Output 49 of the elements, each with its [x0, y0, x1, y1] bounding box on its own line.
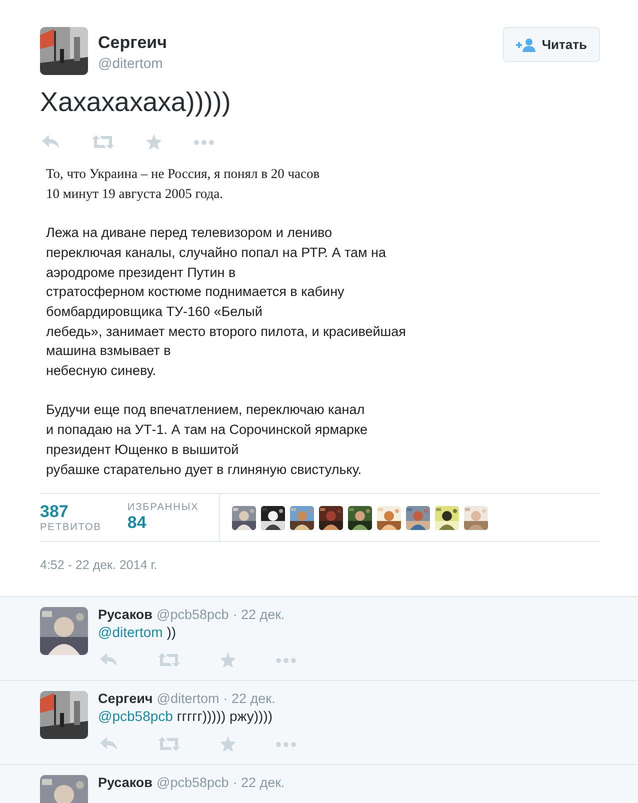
reply-icon[interactable]	[100, 653, 118, 668]
reply-date[interactable]: · 22 дек.	[232, 775, 285, 790]
attachment-text-line: президент Ющенко в вышитой	[46, 440, 240, 459]
reply-icon[interactable]	[100, 737, 118, 752]
retweet-icon[interactable]	[92, 135, 114, 149]
retweet-icon[interactable]	[158, 737, 180, 752]
star-icon[interactable]	[220, 652, 236, 668]
author-name[interactable]: Сергеич	[98, 33, 493, 53]
reply-author-name[interactable]: Сергеич	[98, 691, 153, 706]
reply-text: @ditertom ))	[98, 624, 178, 640]
retweet-icon[interactable]	[158, 653, 180, 668]
reply-author-name[interactable]: Русаков	[98, 607, 152, 622]
reply-handle[interactable]: @ditertom	[156, 691, 220, 706]
attachment-text-line: небесную синеву.	[46, 362, 158, 380]
attachment-text-line: То, что Украина – не Россия, я понял в 20 часов	[46, 165, 321, 183]
mention-link[interactable]: @pcb58pcb	[98, 708, 173, 724]
attachment-text-line: и попадаю на УТ-1. А там на Сорочинской ярмарке	[46, 421, 369, 440]
author-handle[interactable]: @ditertom	[98, 55, 493, 71]
reply-handle[interactable]: @pcb58pcb	[156, 775, 229, 790]
attachment-text-line: машина взмывает в	[46, 342, 172, 360]
attachment-text-line: стратосферном костюме поднимается в кабину	[46, 283, 346, 302]
reply-author-name[interactable]: Русаков	[98, 775, 152, 790]
star-icon[interactable]	[146, 134, 162, 150]
more-icon[interactable]	[194, 140, 214, 144]
more-icon[interactable]	[276, 658, 296, 663]
more-icon[interactable]	[276, 742, 296, 747]
retweet-count[interactable]: 387	[40, 502, 102, 522]
favorites-count[interactable]: 84	[127, 513, 199, 534]
follow-button[interactable]: Читать	[502, 27, 600, 62]
tweet-timestamp[interactable]: 4:52 - 22 дек. 2014 г.	[40, 558, 600, 572]
add-user-icon	[516, 38, 536, 52]
attachment-text-line: 10 минут 19 августа 2005 года.	[46, 184, 224, 203]
attachment-text-line: лебедь», занимает место второго пилота, и красивейшая	[46, 322, 407, 341]
attachment-text-line: Лежа на диване перед телевизором и лениво	[46, 224, 334, 242]
attachment-text-line: переключая каналы, случайно попал на РТР. А там на	[46, 244, 387, 262]
mention-link[interactable]: @ditertom	[98, 624, 163, 640]
tweet-text: Хахахахаха)))))	[40, 87, 232, 118]
reply-handle[interactable]: @pcb58pcb	[156, 607, 229, 622]
attachment-text-line: аэродроме президент Путин в	[46, 264, 237, 282]
attachment-text-line: рубашке старательно дует в глиняную свистульку.	[46, 460, 362, 479]
reply-icon[interactable]	[42, 135, 60, 149]
reply-text: @pcb58pcb ггггг))))) ржу))))	[98, 708, 274, 724]
star-icon[interactable]	[220, 736, 236, 752]
favorites-label: ИЗБРАННЫХ	[127, 502, 199, 514]
retweet-label: РЕТВИТОВ	[40, 522, 102, 534]
attachment-text-line: бомбардировщика ТУ-160 «Белый	[46, 302, 264, 321]
reply-date[interactable]: · 22 дек.	[232, 607, 285, 622]
attachment-text-line: Будучи еще под впечатлением, переключаю канал	[46, 401, 366, 420]
reply-date[interactable]: · 22 дек.	[223, 691, 276, 706]
